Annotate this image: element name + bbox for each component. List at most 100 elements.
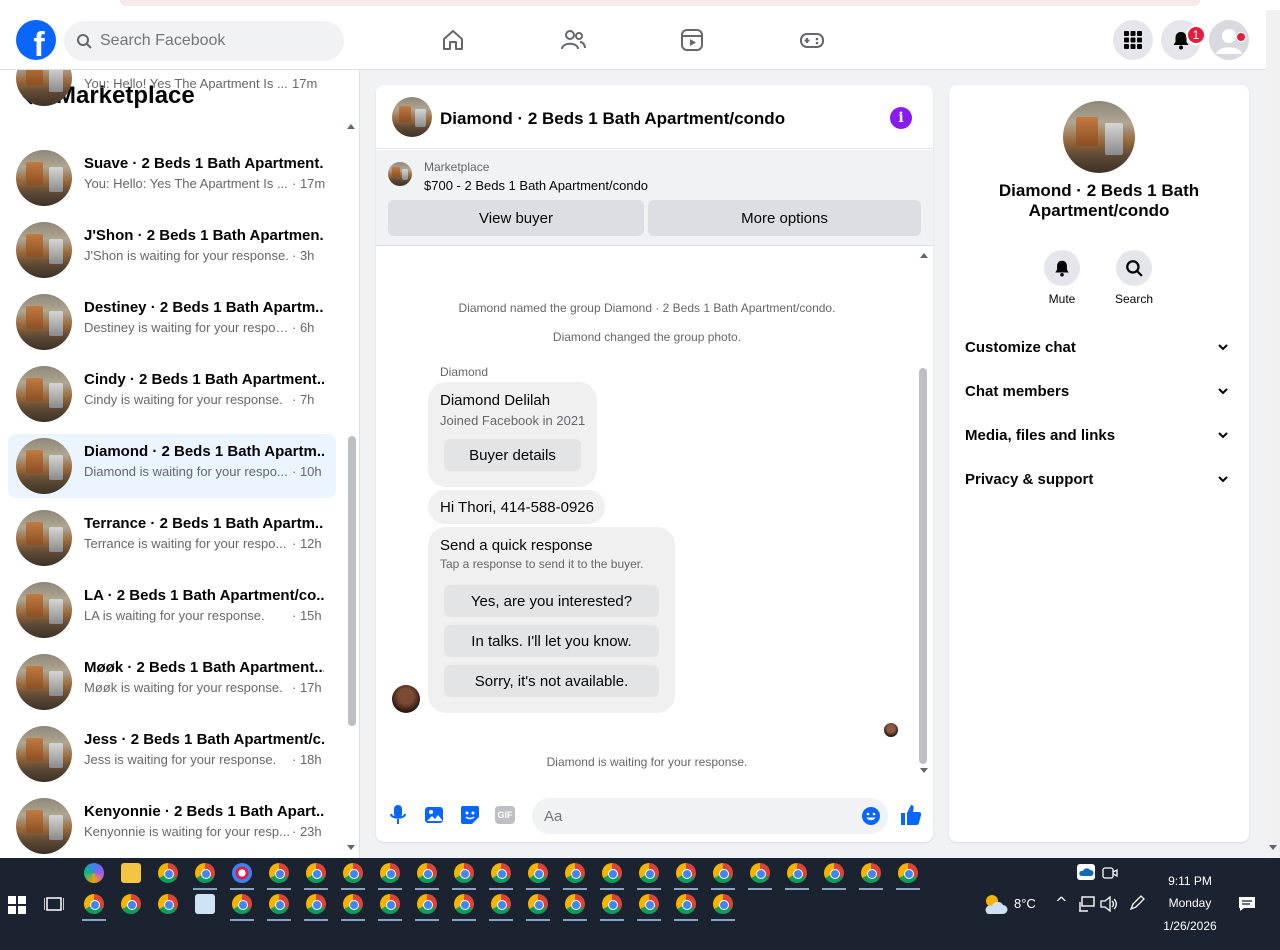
gif-icon[interactable]: GIF xyxy=(495,806,515,824)
chrome-taskbar-icon[interactable] xyxy=(639,863,659,883)
chrome-taskbar-icon[interactable] xyxy=(158,863,178,883)
sticker-icon[interactable] xyxy=(459,804,481,826)
conversation-item[interactable]: Jess · 2 Beds 1 Bath Apartment/c... Jess … xyxy=(8,722,336,786)
chrome-taskbar-icon[interactable] xyxy=(232,894,252,914)
chrome-taskbar-icon[interactable] xyxy=(861,863,881,883)
search-input[interactable] xyxy=(100,32,320,50)
clock-date[interactable]: 1/26/2026 xyxy=(1150,919,1230,933)
chrome-taskbar-icon[interactable] xyxy=(269,894,289,914)
chat-members-row[interactable]: Chat members xyxy=(965,375,1233,407)
chrome-taskbar-icon[interactable] xyxy=(750,863,770,883)
onedrive-icon[interactable] xyxy=(1077,864,1095,880)
chrome-taskbar-icon[interactable] xyxy=(158,894,178,914)
chrome-taskbar-icon[interactable] xyxy=(676,863,696,883)
chrome-taskbar-icon[interactable] xyxy=(84,894,104,914)
conversation-item[interactable]: Destiney · 2 Beds 1 Bath Apartm... Destin… xyxy=(8,290,336,354)
clock-time[interactable]: 9:11 PM xyxy=(1150,874,1230,888)
paint-taskbar-icon[interactable] xyxy=(232,863,252,883)
conversation-item-partial[interactable]: You: Hello! Yes The Apartment Is ... 17m xyxy=(8,70,336,110)
conversation-item[interactable]: Suave · 2 Beds 1 Bath Apartment... You: H… xyxy=(8,146,336,210)
customize-chat-row[interactable]: Customize chat xyxy=(965,331,1233,363)
chevron-up-icon[interactable]: ^ xyxy=(1055,894,1068,912)
chrome-taskbar-icon[interactable] xyxy=(121,894,141,914)
notepad-taskbar-icon[interactable] xyxy=(195,894,215,914)
chrome-taskbar-icon[interactable] xyxy=(380,863,400,883)
conversation-item[interactable]: Diamond · 2 Beds 1 Bath Apartm... Diamond… xyxy=(8,434,336,498)
chrome-taskbar-icon[interactable] xyxy=(528,894,548,914)
meet-now-icon[interactable] xyxy=(1102,865,1118,881)
chrome-taskbar-icon[interactable] xyxy=(491,894,511,914)
page-scrollbar[interactable] xyxy=(1266,10,1280,858)
buyer-details-button[interactable]: Buyer details xyxy=(444,439,581,471)
media-files-links-row[interactable]: Media, files and links xyxy=(965,419,1233,451)
conversation-item[interactable]: LA · 2 Beds 1 Bath Apartment/co... LA is … xyxy=(8,578,336,642)
microphone-icon[interactable] xyxy=(387,804,409,826)
chrome-taskbar-icon[interactable] xyxy=(602,863,622,883)
more-options-button[interactable]: More options xyxy=(648,200,921,236)
friends-icon[interactable] xyxy=(557,24,589,56)
details-listing-photo[interactable] xyxy=(1063,101,1135,173)
chrome-taskbar-icon[interactable] xyxy=(343,894,363,914)
network-icon[interactable] xyxy=(1078,896,1096,912)
gaming-icon[interactable] xyxy=(796,24,828,56)
quick-response-not-available[interactable]: Sorry, it's not available. xyxy=(444,665,659,697)
message-input[interactable] xyxy=(532,798,888,834)
chrome-taskbar-icon[interactable] xyxy=(195,863,215,883)
chrome-taskbar-icon[interactable] xyxy=(639,894,659,914)
chat-scroll-up[interactable] xyxy=(919,251,929,259)
mute-action[interactable]: Mute xyxy=(1032,250,1092,306)
search-action[interactable]: Search xyxy=(1104,250,1164,306)
menu-grid-button[interactable] xyxy=(1113,20,1153,60)
search-box[interactable] xyxy=(64,21,344,61)
chrome-taskbar-icon[interactable] xyxy=(454,863,474,883)
chrome-taskbar-icon[interactable] xyxy=(824,863,844,883)
sidebar-scroll-thumb[interactable] xyxy=(348,436,356,726)
chat-scroll-down[interactable] xyxy=(919,767,929,775)
chrome-taskbar-icon[interactable] xyxy=(713,863,733,883)
info-icon[interactable]: i xyxy=(890,107,912,129)
chrome-taskbar-icon[interactable] xyxy=(380,894,400,914)
conversation-item[interactable]: Møøk · 2 Beds 1 Bath Apartment... Møøk is… xyxy=(8,650,336,714)
chrome-taskbar-icon[interactable] xyxy=(343,863,363,883)
sender-avatar[interactable] xyxy=(392,685,420,713)
volume-icon[interactable] xyxy=(1100,896,1118,912)
like-thumb-icon[interactable] xyxy=(898,802,924,828)
facebook-logo[interactable]: f xyxy=(16,20,56,60)
conversation-item[interactable]: Kenyonnie · 2 Beds 1 Bath Apart... Kenyon… xyxy=(8,794,336,858)
chat-scroll-thumb[interactable] xyxy=(919,368,927,764)
chrome-taskbar-icon[interactable] xyxy=(602,894,622,914)
chrome-taskbar-icon[interactable] xyxy=(454,894,474,914)
quick-response-in-talks[interactable]: In talks. I'll let you know. xyxy=(444,625,659,657)
chrome-taskbar-icon[interactable] xyxy=(269,863,289,883)
chrome-taskbar-icon[interactable] xyxy=(417,894,437,914)
chrome-taskbar-icon[interactable] xyxy=(898,863,918,883)
chrome-taskbar-icon[interactable] xyxy=(676,894,696,914)
conversation-item[interactable]: Cindy · 2 Beds 1 Bath Apartment... Cindy … xyxy=(8,362,336,426)
conversation-item[interactable]: Terrance · 2 Beds 1 Bath Apartm... Terran… xyxy=(8,506,336,570)
chrome-taskbar-icon[interactable] xyxy=(565,863,585,883)
weather-temperature[interactable]: 8°C xyxy=(1014,896,1036,911)
file-explorer-taskbar-icon[interactable] xyxy=(121,863,141,883)
emoji-icon[interactable] xyxy=(860,805,882,827)
conversation-item[interactable]: J'Shon · 2 Beds 1 Bath Apartmen... J'Shon… xyxy=(8,218,336,282)
chrome-taskbar-icon[interactable] xyxy=(528,863,548,883)
privacy-support-row[interactable]: Privacy & support xyxy=(965,463,1233,495)
task-view-icon[interactable] xyxy=(44,896,64,914)
clock-day[interactable]: Monday xyxy=(1150,896,1230,910)
chrome-taskbar-icon[interactable] xyxy=(306,894,326,914)
chat-listing-thumbnail[interactable] xyxy=(392,97,432,137)
view-buyer-button[interactable]: View buyer xyxy=(388,200,644,236)
quick-response-interested[interactable]: Yes, are you interested? xyxy=(444,585,659,617)
chrome-taskbar-icon[interactable] xyxy=(787,863,807,883)
windows-start-icon[interactable] xyxy=(8,896,26,914)
chrome-taskbar-icon[interactable] xyxy=(565,894,585,914)
copilot-taskbar-icon[interactable] xyxy=(84,863,104,883)
photo-icon[interactable] xyxy=(423,804,445,826)
home-icon[interactable] xyxy=(437,24,469,56)
video-icon[interactable] xyxy=(676,24,708,56)
chrome-taskbar-icon[interactable] xyxy=(713,894,733,914)
weather-cloud-icon[interactable] xyxy=(982,892,1008,916)
chrome-taskbar-icon[interactable] xyxy=(417,863,437,883)
chrome-taskbar-icon[interactable] xyxy=(491,863,511,883)
chrome-taskbar-icon[interactable] xyxy=(306,863,326,883)
